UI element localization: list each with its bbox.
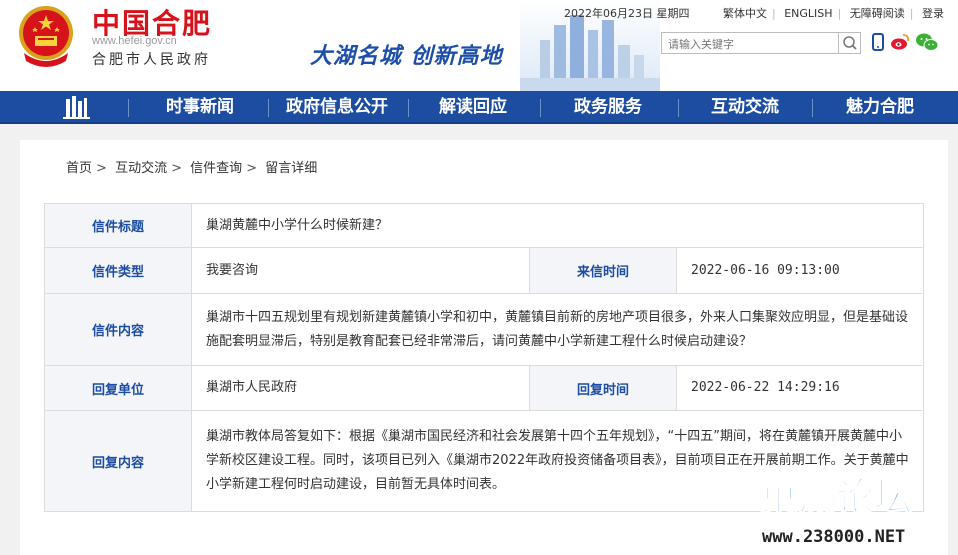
table-row: 信件内容 巢湖市十四五规划里有规划新建黄麓镇小学和初中，黄麓镇目前新的房地产项目…	[44, 293, 925, 366]
link-traditional-chinese[interactable]: 繁体中文	[723, 7, 767, 20]
site-url: www.hefei.gov.cn	[92, 35, 177, 47]
nav-current-news[interactable]: 时事新闻	[140, 91, 260, 124]
national-emblem-icon	[19, 6, 73, 67]
letter-title-label: 信件标题	[44, 203, 192, 248]
nav-interpretation-response[interactable]: 解读回应	[414, 91, 532, 124]
link-english[interactable]: ENGLISH	[784, 7, 832, 20]
breadcrumb-letter-query[interactable]: 信件查询	[190, 161, 242, 176]
letter-content-label: 信件内容	[44, 293, 192, 366]
watermark-url: www.238000.NET	[762, 527, 905, 547]
breadcrumb: 首页 > 互动交流 > 信件查询 > 留言详细	[66, 161, 318, 176]
mobile-phone-icon[interactable]	[868, 32, 888, 52]
table-row: 回复单位 巢湖市人民政府 回复时间 2022-06-22 14:29:16	[44, 365, 925, 411]
letter-type-label: 信件类型	[44, 247, 192, 294]
wechat-icon[interactable]	[915, 32, 939, 52]
nav-government-services[interactable]: 政务服务	[548, 91, 668, 124]
nav-charming-hefei[interactable]: 魅力合肥	[820, 91, 940, 124]
search-button[interactable]	[838, 33, 860, 53]
breadcrumb-message-detail: 留言详细	[265, 161, 318, 176]
reply-unit-label: 回复单位	[44, 365, 192, 411]
site-subtitle: 合肥市人民政府	[92, 52, 211, 68]
top-links-bar: 2022年06月23日 星期四 繁体中文 | ENGLISH | 无障碍阅读 | 登录	[564, 7, 944, 20]
weibo-icon[interactable]	[890, 32, 910, 52]
reply-time-value: 2022-06-22 14:29:16	[675, 365, 925, 411]
watermark-name: 巢湖论坛	[760, 475, 912, 519]
table-row: 信件标题 巢湖黄麓中小学什么时候新建？	[44, 203, 925, 248]
letter-content-value: 巢湖市十四五规划里有规划新建黄麓镇小学和初中，黄麓镇目前新的房地产项目很多，外来…	[190, 293, 925, 366]
search-icon	[843, 36, 857, 50]
table-row: 信件类型 我要咨询 来信时间 2022-06-16 09:13:00	[44, 247, 925, 294]
link-accessible-reading[interactable]: 无障碍阅读	[850, 7, 905, 20]
search-input[interactable]	[662, 34, 838, 55]
nav-interactive-exchange[interactable]: 互动交流	[685, 91, 805, 124]
slogan-banner: 大湖名城 创新高地	[310, 43, 503, 69]
reply-time-label: 回复时间	[529, 365, 677, 411]
reply-content-label: 回复内容	[44, 410, 192, 512]
received-time-value: 2022-06-16 09:13:00	[675, 247, 925, 294]
forum-watermark-logo: 巢湖论坛 www.238000.NET	[759, 474, 913, 547]
letter-title-value: 巢湖黄麓中小学什么时候新建？	[190, 203, 925, 248]
reply-unit-value: 巢湖市人民政府	[191, 365, 530, 411]
letter-type-value: 我要咨询	[191, 247, 530, 294]
main-navigation: 时事新闻 政府信息公开 解读回应 政务服务 互动交流 魅力合肥	[0, 91, 958, 124]
breadcrumb-home[interactable]: 首页	[66, 161, 92, 176]
link-login[interactable]: 登录	[922, 7, 944, 20]
site-header: 中国合肥 www.hefei.gov.cn 合肥市人民政府 大湖名城 创新高地 …	[0, 0, 958, 91]
search-box	[661, 32, 861, 55]
nav-gov-info-disclosure[interactable]: 政府信息公开	[272, 91, 402, 124]
current-date: 2022年06月23日 星期四	[564, 7, 690, 20]
breadcrumb-interactive[interactable]: 互动交流	[115, 161, 167, 176]
home-building-icon[interactable]	[52, 91, 100, 124]
received-time-label: 来信时间	[529, 247, 677, 294]
